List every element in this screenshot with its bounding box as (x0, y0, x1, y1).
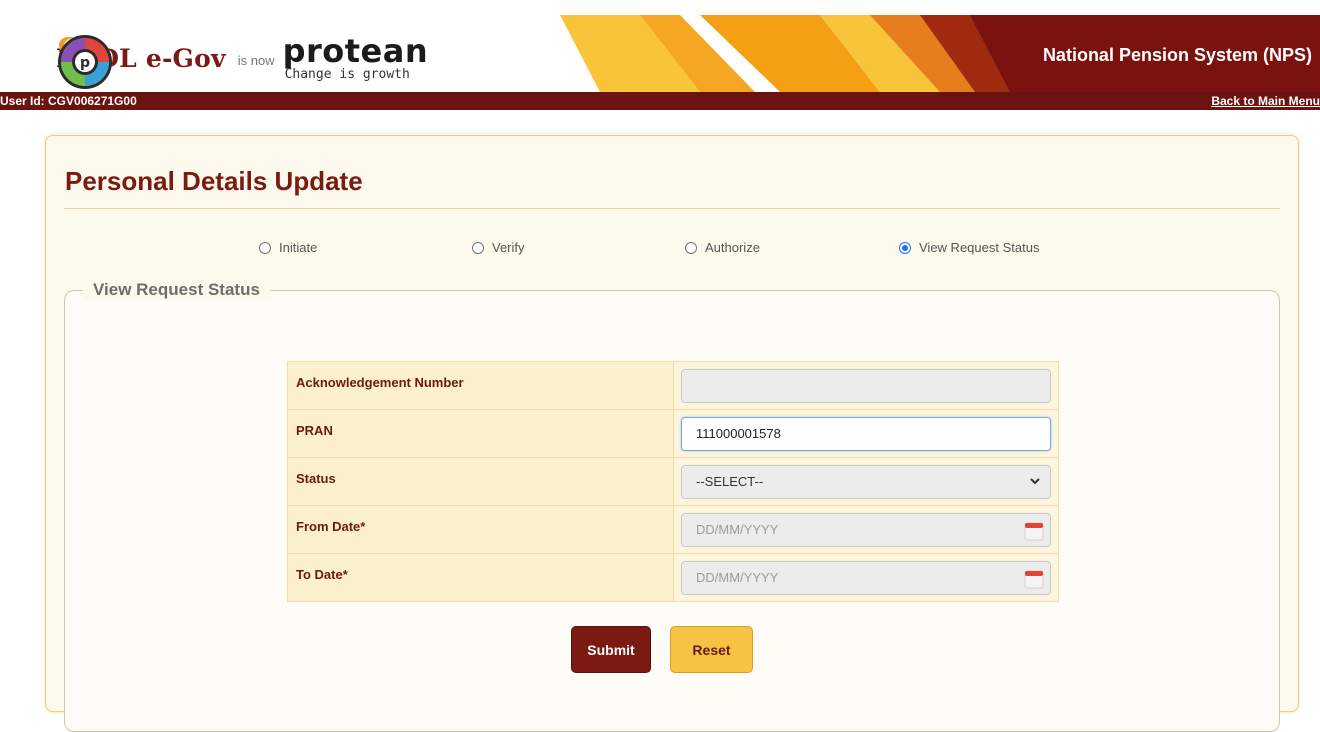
mode-radio-group: Initiate Verify Authorize View Request S… (46, 240, 1298, 262)
radio-authorize-button[interactable] (685, 241, 697, 254)
to-date-placeholder: DD/MM/YYYY (696, 570, 779, 585)
user-id-text: User Id: CGV006271G00 (0, 94, 137, 108)
brand-logo-group: NSDL e-Gov is now p protean Change is gr… (56, 33, 429, 89)
egov-word: e-Gov (145, 43, 226, 73)
request-status-form-table: Acknowledgement Number PRAN 111000001578… (287, 361, 1059, 602)
chevron-down-icon (1030, 477, 1040, 484)
header-top-strip (0, 0, 1320, 15)
form-row-pran: PRAN 111000001578 (287, 409, 1059, 458)
to-date-label: To Date* (287, 553, 674, 602)
svg-text:p: p (80, 55, 90, 71)
ack-number-cell (673, 361, 1059, 410)
user-info-bar: User Id: CGV006271G00 Back to Main Menu (0, 92, 1320, 110)
section-legend: View Request Status (83, 280, 270, 300)
status-selected-value: --SELECT-- (696, 474, 764, 489)
protean-logo-icon: p (58, 35, 112, 89)
title-divider (64, 208, 1280, 209)
ack-number-label: Acknowledgement Number (287, 361, 674, 410)
form-row-from-date: From Date* DD/MM/YYYY (287, 505, 1059, 554)
radio-view-request-status-button[interactable] (899, 241, 911, 254)
status-label: Status (287, 457, 674, 506)
ack-number-input[interactable] (681, 368, 1051, 403)
radio-authorize-label: Authorize (705, 240, 760, 255)
header-banner: NSDL e-Gov is now p protean Change is gr… (0, 15, 1320, 92)
from-date-placeholder: DD/MM/YYYY (696, 522, 779, 537)
radio-initiate-label: Initiate (279, 240, 318, 255)
page-header: NSDL e-Gov is now p protean Change is gr… (0, 0, 1320, 110)
calendar-icon[interactable] (1024, 569, 1044, 589)
system-title: National Pension System (NPS) (1042, 45, 1312, 65)
from-date-cell: DD/MM/YYYY (673, 505, 1059, 554)
status-select[interactable]: --SELECT-- (681, 464, 1051, 499)
page-title: Personal Details Update (65, 166, 363, 196)
main-card: Personal Details Update Initiate Verify … (45, 135, 1299, 732)
submit-button[interactable]: Submit (571, 626, 651, 673)
to-date-input[interactable]: DD/MM/YYYY (681, 560, 1051, 595)
radio-verify[interactable]: Verify (472, 240, 525, 255)
form-row-ack: Acknowledgement Number (287, 361, 1059, 410)
form-row-status: Status --SELECT-- (287, 457, 1059, 506)
radio-initiate-button[interactable] (259, 241, 271, 254)
status-cell: --SELECT-- (673, 457, 1059, 506)
pran-cell: 111000001578 (673, 409, 1059, 458)
from-date-label: From Date* (287, 505, 674, 554)
protean-tagline: Change is growth (284, 67, 410, 82)
is-now-text: is now (237, 52, 275, 68)
from-date-input[interactable]: DD/MM/YYYY (681, 512, 1051, 547)
to-date-cell: DD/MM/YYYY (673, 553, 1059, 602)
radio-verify-label: Verify (492, 240, 525, 255)
protean-wordmark: protean Change is growth (283, 35, 429, 81)
form-row-to-date: To Date* DD/MM/YYYY (287, 553, 1059, 602)
back-to-main-menu-link[interactable]: Back to Main Menu (1211, 94, 1320, 108)
pran-label: PRAN (287, 409, 674, 458)
radio-view-request-status-label: View Request Status (919, 240, 1040, 255)
radio-authorize[interactable]: Authorize (685, 240, 760, 255)
radio-verify-button[interactable] (472, 241, 484, 254)
reset-button[interactable]: Reset (670, 626, 753, 673)
protean-name: protean (282, 32, 429, 70)
pran-input[interactable]: 111000001578 (681, 416, 1051, 451)
radio-view-request-status[interactable]: View Request Status (899, 240, 1039, 255)
calendar-icon[interactable] (1024, 521, 1044, 541)
radio-initiate[interactable]: Initiate (259, 240, 317, 255)
